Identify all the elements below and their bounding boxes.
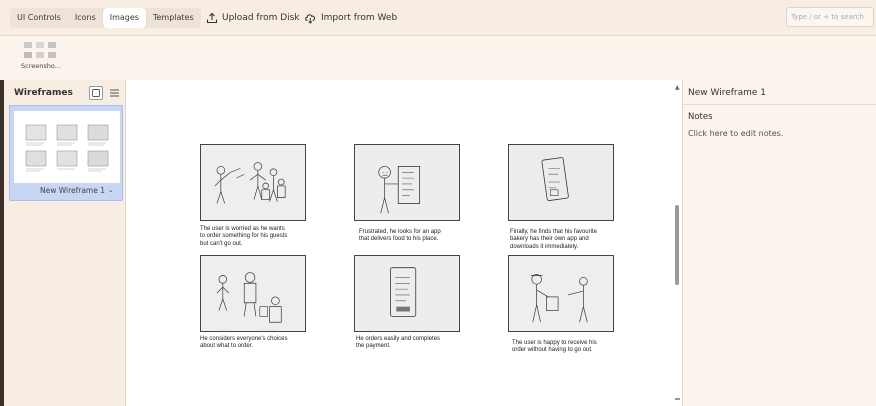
import-from-web-label: Import from Web — [321, 13, 398, 23]
import-from-web-button[interactable]: Import from Web — [304, 8, 397, 28]
wireframe-title[interactable]: New Wireframe 1 — [688, 88, 766, 98]
tab-templates[interactable]: Templates — [146, 8, 201, 28]
sketch-image-considering-choices — [201, 256, 305, 331]
storyboard-frame-3[interactable] — [508, 144, 614, 221]
asset-strip: Screensho... — [0, 36, 876, 81]
scroll-down-arrow-icon[interactable] — [675, 398, 680, 400]
library-tabs: UI Controls Icons Images Templates — [10, 8, 201, 28]
list-view-button[interactable] — [107, 86, 121, 100]
properties-panel: New Wireframe 1 Notes Click here to edit… — [682, 80, 876, 406]
asset-thumbnail[interactable] — [22, 40, 62, 64]
upload-from-disk-label: Upload from Disk — [222, 13, 300, 23]
chevron-down-icon[interactable]: ⌄ — [108, 186, 114, 194]
notes-field[interactable]: Click here to edit notes. — [688, 129, 783, 138]
wireframes-panel: Wireframes New Wireframe 1 ⌄ — [0, 80, 126, 406]
wireframe-preview — [14, 111, 120, 183]
storyboard-frame-5[interactable] — [354, 255, 460, 332]
wireframe-preview-image — [25, 124, 109, 172]
storyboard-caption-5: He orders easily and completes the payme… — [356, 336, 441, 350]
wireframe-name: New Wireframe 1 — [40, 186, 106, 195]
panel-edge — [0, 80, 4, 406]
wireframes-title: Wireframes — [14, 88, 73, 98]
sketch-image-order-payment — [355, 256, 459, 331]
sketch-image-happy-delivery — [509, 256, 613, 331]
asset-label: Screensho... — [21, 62, 61, 70]
notes-heading: Notes — [688, 112, 713, 122]
square-icon — [92, 89, 100, 97]
storyboard-caption-1: The user is worried as he wants to order… — [200, 226, 288, 247]
scroll-up-arrow-icon[interactable]: ▲ — [675, 84, 680, 91]
storyboard-frame-4[interactable] — [200, 255, 306, 332]
vertical-scrollbar-thumb[interactable] — [675, 205, 679, 285]
tab-icons[interactable]: Icons — [68, 8, 103, 28]
top-toolbar: UI Controls Icons Images Templates Uploa… — [0, 0, 876, 36]
upload-from-disk-button[interactable]: Upload from Disk — [206, 8, 300, 28]
sketch-image-bakery-app — [509, 145, 613, 220]
storyboard-caption-6: The user is happy to receive his order w… — [512, 340, 597, 354]
storyboard-frame-1[interactable] — [200, 144, 306, 221]
storyboard-caption-3: Finally, he finds that his favourite bak… — [510, 229, 597, 250]
storyboard-frame-2[interactable] — [354, 144, 460, 221]
storyboard-caption-2: Frustrated, he looks for an app that del… — [359, 229, 441, 243]
panel-divider — [683, 104, 876, 105]
wireframe-thumbnail-card[interactable]: New Wireframe 1 ⌄ — [9, 105, 123, 201]
storyboard-frame-6[interactable] — [508, 255, 614, 332]
list-icon — [109, 89, 119, 97]
storyboard-caption-4: He considers everyone's choices about wh… — [200, 336, 288, 350]
tab-images[interactable]: Images — [102, 8, 146, 28]
tab-ui-controls[interactable]: UI Controls — [10, 8, 68, 28]
sketch-image-frustrated-user — [355, 145, 459, 220]
upload-icon — [206, 12, 218, 24]
screenshot-thumbnail-image — [24, 42, 56, 58]
grid-view-button[interactable] — [89, 86, 103, 100]
sketch-image-worried-user — [201, 145, 305, 220]
search-input[interactable] — [786, 7, 874, 27]
cloud-download-icon — [305, 14, 315, 24]
